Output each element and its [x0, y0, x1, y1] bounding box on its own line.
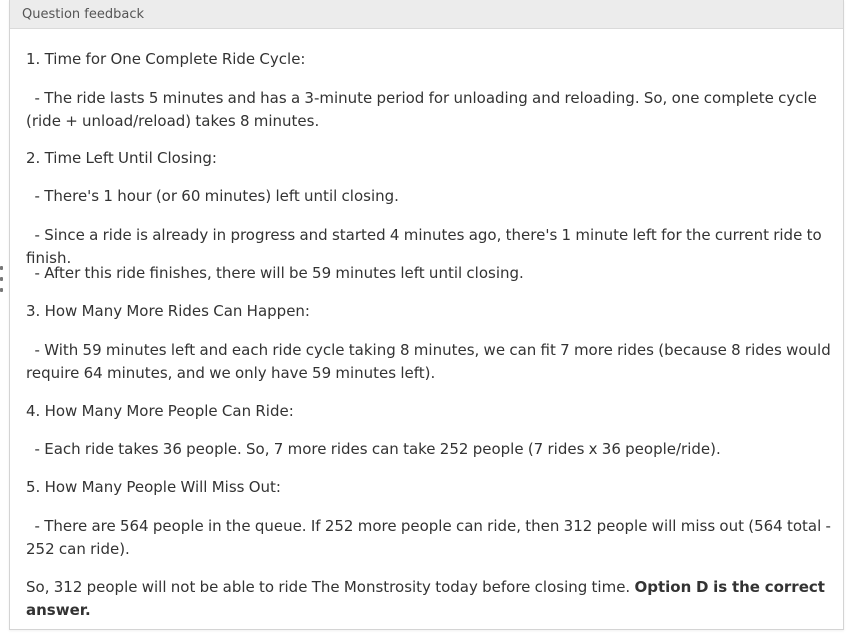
step-detail: - With 59 minutes left and each ride cyc… [26, 341, 831, 382]
conclusion-text: So, 312 people will not be able to ride … [26, 578, 631, 596]
panel-header: Question feedback [10, 0, 843, 29]
step-heading: 4. How Many More People Can Ride: [26, 402, 294, 420]
panel-title: Question feedback [22, 7, 144, 22]
handle-dot [0, 288, 3, 292]
step-heading: 2. Time Left Until Closing: [26, 149, 217, 167]
conclusion: So, 312 people will not be able to ride … [26, 576, 834, 621]
handle-dot [0, 277, 3, 281]
step-detail: - The ride lasts 5 minutes and has a 3-m… [26, 89, 817, 130]
step-detail: - After this ride finishes, there will b… [26, 264, 524, 282]
step-heading: 5. How Many People Will Miss Out: [26, 478, 281, 496]
step-heading: 3. How Many More Rides Can Happen: [26, 302, 310, 320]
step-detail: - Each ride takes 36 people. So, 7 more … [26, 440, 721, 458]
step-detail: - There are 564 people in the queue. If … [26, 517, 831, 558]
question-feedback-panel: Question feedback 1. Time for One Comple… [9, 0, 844, 630]
panel-resize-handle[interactable] [0, 266, 3, 302]
step-detail: - There's 1 hour (or 60 minutes) left un… [26, 187, 399, 205]
feedback-body: 1. Time for One Complete Ride Cycle: - T… [10, 29, 843, 629]
step-heading: 1. Time for One Complete Ride Cycle: [26, 50, 306, 68]
handle-dot [0, 266, 3, 270]
